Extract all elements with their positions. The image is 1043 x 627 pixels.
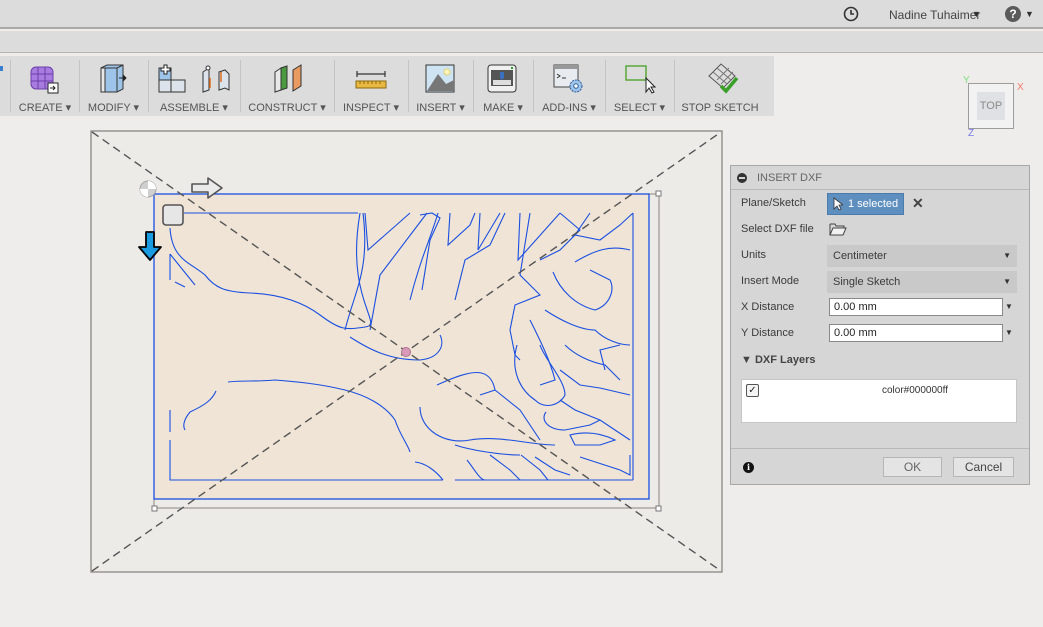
units-value: Centimeter xyxy=(833,250,887,262)
x-distance-dropdown-icon[interactable]: ▼ xyxy=(1005,302,1013,311)
modify-push-pull-icon xyxy=(100,64,127,93)
stop-sketch-icon xyxy=(708,63,739,94)
sketch-profile-fill xyxy=(154,194,649,499)
dxf-corner-handle[interactable] xyxy=(655,190,662,197)
new-component-icon xyxy=(158,64,186,93)
help-menu-caret-icon[interactable]: ▼ xyxy=(1025,9,1034,19)
selection-count: 1 selected xyxy=(848,198,899,210)
plane-sketch-selection-button[interactable]: 1 selected xyxy=(827,193,904,215)
axis-z-label: Z xyxy=(968,128,975,139)
y-distance-input[interactable] xyxy=(829,324,1003,342)
toolbar-create[interactable]: CREATE ▾ xyxy=(12,56,78,116)
collapse-dialog-icon[interactable] xyxy=(737,173,747,183)
chevron-down-icon: ▼ xyxy=(1003,277,1011,286)
folder-open-icon[interactable] xyxy=(829,222,847,236)
ribbon-toolbar: CREATE ▾ MODIFY ▾ ASSEMBLE ▾ CONSTRUCT ▾… xyxy=(0,56,774,116)
axis-x-label: X xyxy=(1017,82,1024,93)
y-distance-row: Y Distance ▼ xyxy=(731,322,1031,346)
x-distance-row: X Distance ▼ xyxy=(731,296,1031,320)
dialog-header: INSERT DXF xyxy=(731,166,1029,190)
create-menu-label: CREATE ▾ xyxy=(18,102,72,114)
help-icon[interactable]: ? xyxy=(1005,6,1021,22)
create-solid-icon xyxy=(30,66,59,94)
toolbar-inspect[interactable]: INSPECT ▾ xyxy=(335,56,407,116)
units-label: Units xyxy=(741,249,767,261)
cursor-arrow-icon xyxy=(833,197,843,211)
select-file-row: Select DXF file xyxy=(731,218,1031,242)
stop-sketch-button[interactable]: STOP SKETCH xyxy=(675,56,765,116)
free-move-handle[interactable] xyxy=(162,204,184,226)
dxf-layers-section-toggle[interactable]: ▼ DXF Layers xyxy=(741,354,815,366)
origin-handle[interactable] xyxy=(139,180,157,198)
dialog-footer: i OK Cancel xyxy=(731,448,1029,484)
scripts-addins-icon xyxy=(553,64,583,93)
user-menu-caret-icon[interactable]: ▼ xyxy=(972,9,981,19)
stop-sketch-label: STOP SKETCH xyxy=(681,102,759,114)
layer-checkbox[interactable]: ✓ xyxy=(746,384,759,397)
insert-image-icon xyxy=(425,64,455,93)
insert-mode-row: Insert Mode Single Sketch ▼ xyxy=(731,270,1031,294)
chevron-down-icon: ▼ xyxy=(1003,251,1011,260)
x-distance-label: X Distance xyxy=(741,301,795,313)
modify-menu-label: MODIFY ▾ xyxy=(87,102,140,114)
clear-selection-icon[interactable]: ✕ xyxy=(912,195,924,212)
select-dxf-file-label: Select DXF file xyxy=(741,223,814,235)
toolbar-construct[interactable]: CONSTRUCT ▾ xyxy=(241,56,333,116)
dxf-layers-list: ✓ color#000000ff xyxy=(741,379,1017,423)
assemble-menu-label: ASSEMBLE ▾ xyxy=(160,102,228,114)
cancel-button[interactable]: Cancel xyxy=(953,457,1014,477)
y-distance-dropdown-icon[interactable]: ▼ xyxy=(1005,328,1013,337)
select-window-icon xyxy=(625,65,656,94)
y-distance-label: Y Distance xyxy=(741,327,794,339)
ok-button[interactable]: OK xyxy=(883,457,942,477)
toolbar-modify[interactable]: MODIFY ▾ xyxy=(80,56,147,116)
3d-print-icon xyxy=(487,64,517,93)
toolbar-assemble[interactable]: ASSEMBLE ▾ xyxy=(149,56,239,116)
insert-menu-label: INSERT ▾ xyxy=(416,102,465,114)
plane-sketch-label: Plane/Sketch xyxy=(741,197,806,209)
measure-ruler-icon xyxy=(355,71,387,89)
viewcube[interactable]: TOP xyxy=(968,83,1014,129)
center-point[interactable] xyxy=(401,347,411,357)
toolbar-select[interactable]: SELECT ▾ xyxy=(606,56,673,116)
toolbar-make[interactable]: MAKE ▾ xyxy=(474,56,532,116)
layer-name: color#000000ff xyxy=(882,385,948,396)
x-distance-input[interactable] xyxy=(829,298,1003,316)
insert-mode-value: Single Sketch xyxy=(833,276,901,288)
assemble-joint-icon xyxy=(202,65,230,93)
sketch-indicator xyxy=(0,66,3,71)
inspect-menu-label: INSPECT ▾ xyxy=(342,102,400,114)
insert-mode-dropdown[interactable]: Single Sketch ▼ xyxy=(827,271,1017,293)
make-menu-label: MAKE ▾ xyxy=(483,102,523,114)
add-ins-menu-label: ADD-INS ▾ xyxy=(542,102,596,114)
units-dropdown[interactable]: Centimeter ▼ xyxy=(827,245,1017,267)
document-tab-bar xyxy=(0,31,1043,53)
toolbar-insert[interactable]: INSERT ▾ xyxy=(409,56,472,116)
insert-dxf-dialog: INSERT DXF Plane/Sketch 1 selected ✕ Sel… xyxy=(730,165,1030,485)
select-menu-label: SELECT ▾ xyxy=(613,102,666,114)
construct-menu-label: CONSTRUCT ▾ xyxy=(248,102,326,114)
user-name[interactable]: Nadine Tuhaimer xyxy=(889,8,980,22)
dxf-corner-handle[interactable] xyxy=(151,505,158,512)
construct-plane-icon xyxy=(274,64,302,93)
dxf-corner-handle[interactable] xyxy=(655,505,662,512)
insert-mode-label: Insert Mode xyxy=(741,275,800,287)
plane-sketch-row: Plane/Sketch 1 selected ✕ xyxy=(731,192,1031,216)
viewcube-top-face[interactable]: TOP xyxy=(977,92,1005,120)
toolbar-add-ins[interactable]: ADD-INS ▾ xyxy=(534,56,604,116)
clock-icon[interactable] xyxy=(843,6,859,22)
info-icon[interactable]: i xyxy=(743,462,754,473)
top-bar: Nadine Tuhaimer ▼ ? ▼ xyxy=(0,0,1043,29)
units-row: Units Centimeter ▼ xyxy=(731,244,1031,268)
toolbar-divider xyxy=(10,60,11,112)
dialog-title: INSERT DXF xyxy=(757,172,822,184)
